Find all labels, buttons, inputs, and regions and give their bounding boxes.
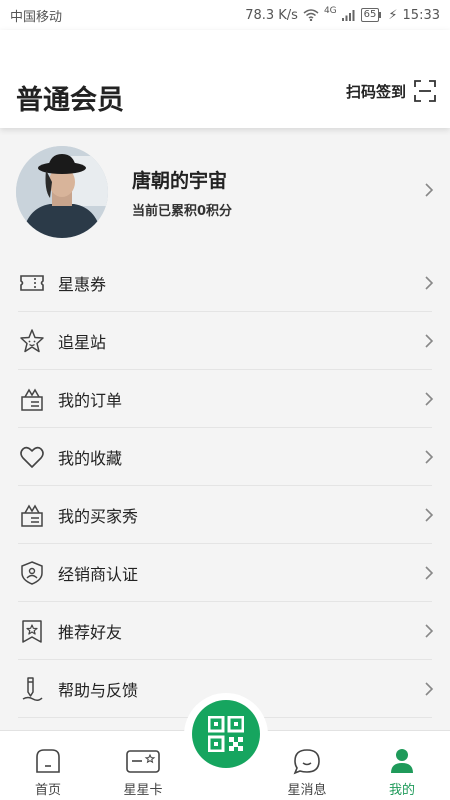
points-summary: 当前已累积0积分 [132,204,233,219]
profile-card[interactable]: 唐朝的宇宙 当前已累积0积分 [0,136,450,246]
chevron-right-icon [425,450,434,464]
message-icon [293,749,320,775]
chevron-right-icon [425,276,434,290]
menu-item-fan-station[interactable]: 追星站 [0,312,450,370]
card-icon [126,750,160,773]
chevron-right-icon [425,334,434,348]
scan-checkin-button[interactable]: 扫码签到 [346,80,436,102]
page-header: 普通会员 扫码签到 [0,30,450,128]
scan-qr-fab[interactable] [192,700,260,768]
scan-icon [414,80,436,102]
tab-mine[interactable]: 我的 [357,731,447,800]
chevron-right-icon [425,682,434,696]
star-face-icon [20,329,44,353]
menu-item-orders[interactable]: 我的订单 [0,370,450,428]
wifi-icon [303,9,319,21]
page-title: 普通会员 [16,85,124,116]
heart-icon [20,446,44,468]
chevron-right-icon [425,624,434,638]
menu-item-label: 星惠券 [58,275,107,294]
pen-icon [22,677,43,702]
tab-home[interactable]: 首页 [3,731,93,800]
menu-item-label: 我的买家秀 [58,507,139,526]
menu-item-label: 我的收藏 [58,449,123,468]
bolt-icon: ⚡ [388,7,398,23]
showcase-box-icon [21,504,43,527]
tab-label: 首页 [34,783,61,798]
user-name: 唐朝的宇宙 [132,170,228,192]
chevron-right-icon [425,183,434,197]
menu-item-label: 我的订单 [58,391,123,410]
menu-item-label: 推荐好友 [58,623,123,642]
clock: 15:33 [402,7,440,23]
menu-item-buyer-show[interactable]: 我的买家秀 [0,486,450,544]
bookmark-star-icon [22,620,42,643]
order-box-icon [21,388,43,411]
menu-item-label: 追星站 [58,333,107,352]
tab-star-card[interactable]: 星星卡 [98,731,188,800]
tab-label: 星消息 [287,783,327,798]
menu-item-label: 经销商认证 [58,565,139,584]
ticket-icon [20,275,44,291]
home-icon [36,749,60,773]
network-speed: 78.3 K/s [245,7,298,23]
menu-list: 星惠券 追星站 我的订单 我的收藏 我的买家秀 经销商认证 推荐好友 帮助与反馈 [0,254,450,718]
tab-messages[interactable]: 星消息 [262,731,352,800]
user-icon [391,749,413,773]
chevron-right-icon [425,392,434,406]
avatar[interactable] [16,146,108,238]
menu-item-coupons[interactable]: 星惠券 [0,254,450,312]
menu-item-favorites[interactable]: 我的收藏 [0,428,450,486]
tab-label: 我的 [388,783,415,798]
status-indicators: 78.3 K/s 4G 65 ⚡ 15:33 [245,6,440,23]
network-type: 4G [323,6,337,16]
shield-icon [21,561,43,585]
chevron-right-icon [425,508,434,522]
menu-item-label: 帮助与反馈 [58,681,139,700]
menu-item-refer-friend[interactable]: 推荐好友 [0,602,450,660]
avatar-photo [16,146,108,238]
signal-icon [341,10,355,21]
status-bar: 中国移动 78.3 K/s 4G 65 ⚡ 15:33 [0,0,450,30]
chevron-right-icon [425,566,434,580]
menu-item-dealer-verification[interactable]: 经销商认证 [0,544,450,602]
tab-label: 星星卡 [123,783,163,798]
carrier-label: 中国移动 [10,9,63,25]
qr-code-icon [208,716,244,752]
battery-level: 65 [360,8,382,22]
scan-checkin-label: 扫码签到 [345,82,406,101]
